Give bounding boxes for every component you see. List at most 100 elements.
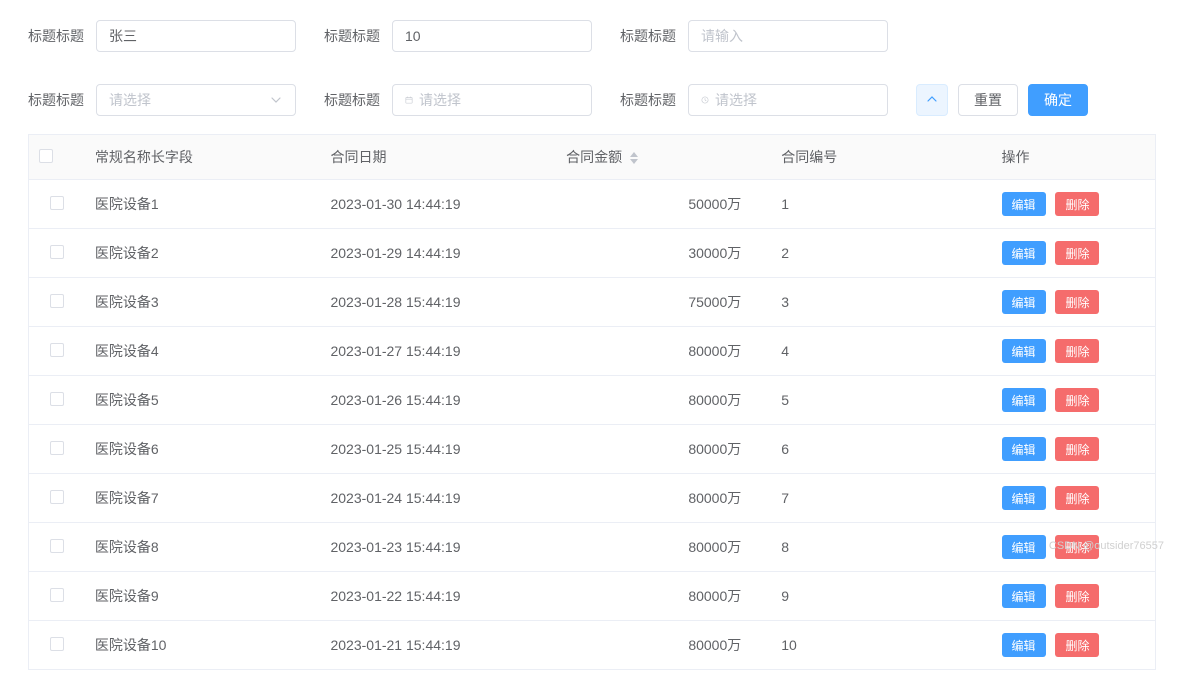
cell-date: 2023-01-22 15:44:19 — [320, 572, 556, 621]
table-row: 医院设备5 2023-01-26 15:44:19 80000万 5 编辑 删除 — [29, 376, 1156, 425]
reset-button[interactable]: 重置 — [958, 84, 1018, 116]
cell-name: 医院设备3 — [85, 278, 321, 327]
edit-button[interactable]: 编辑 — [1002, 388, 1046, 412]
header-amount[interactable]: 合同金额 — [556, 135, 771, 180]
filter-input-text[interactable] — [688, 20, 888, 52]
edit-button[interactable]: 编辑 — [1002, 437, 1046, 461]
filter-buttons: 重置 确定 — [916, 84, 1088, 116]
time-placeholder: 请选择 — [715, 90, 875, 110]
cell-date: 2023-01-25 15:44:19 — [320, 425, 556, 474]
filter-time-picker[interactable]: 请选择 — [688, 84, 888, 116]
edit-button[interactable]: 编辑 — [1002, 339, 1046, 363]
edit-button[interactable]: 编辑 — [1002, 633, 1046, 657]
cell-amount: 75000万 — [556, 278, 771, 327]
delete-button[interactable]: 删除 — [1055, 584, 1099, 608]
cell-amount: 80000万 — [556, 474, 771, 523]
row-checkbox[interactable] — [50, 588, 64, 602]
edit-button[interactable]: 编辑 — [1002, 486, 1046, 510]
cell-no: 6 — [771, 425, 991, 474]
header-name[interactable]: 常规名称长字段 — [85, 135, 321, 180]
row-checkbox[interactable] — [50, 392, 64, 406]
cell-name: 医院设备7 — [85, 474, 321, 523]
cell-date: 2023-01-28 15:44:19 — [320, 278, 556, 327]
edit-button[interactable]: 编辑 — [1002, 290, 1046, 314]
filter-item-3: 标题标题 — [620, 20, 888, 52]
cell-no: 8 — [771, 523, 991, 572]
cell-amount: 80000万 — [556, 523, 771, 572]
edit-button[interactable]: 编辑 — [1002, 241, 1046, 265]
cell-name: 医院设备6 — [85, 425, 321, 474]
table-row: 医院设备4 2023-01-27 15:44:19 80000万 4 编辑 删除 — [29, 327, 1156, 376]
collapse-button[interactable] — [916, 84, 948, 116]
cell-date: 2023-01-21 15:44:19 — [320, 621, 556, 670]
filter-label: 标题标题 — [620, 26, 676, 46]
cell-name: 医院设备9 — [85, 572, 321, 621]
cell-ops: 编辑 删除 — [992, 621, 1156, 670]
sort-icon[interactable] — [630, 152, 638, 164]
cell-date: 2023-01-29 14:44:19 — [320, 229, 556, 278]
row-checkbox[interactable] — [50, 637, 64, 651]
cell-ops: 编辑 删除 — [992, 474, 1156, 523]
cell-ops: 编辑 删除 — [992, 572, 1156, 621]
row-checkbox[interactable] — [50, 539, 64, 553]
submit-button[interactable]: 确定 — [1028, 84, 1088, 116]
row-checkbox[interactable] — [50, 490, 64, 504]
delete-button[interactable]: 删除 — [1055, 633, 1099, 657]
filter-date-picker[interactable]: 请选择 — [392, 84, 592, 116]
row-checkbox[interactable] — [50, 245, 64, 259]
filter-item-1: 标题标题 — [28, 20, 296, 52]
select-placeholder: 请选择 — [109, 90, 151, 110]
chevron-up-icon — [926, 92, 938, 108]
header-ops: 操作 — [992, 135, 1156, 180]
filter-input-number[interactable] — [392, 20, 592, 52]
row-checkbox[interactable] — [50, 343, 64, 357]
cell-date: 2023-01-26 15:44:19 — [320, 376, 556, 425]
header-no[interactable]: 合同编号 — [771, 135, 991, 180]
filter-input-name[interactable] — [96, 20, 296, 52]
row-checkbox[interactable] — [50, 294, 64, 308]
table-row: 医院设备1 2023-01-30 14:44:19 50000万 1 编辑 删除 — [29, 180, 1156, 229]
cell-name: 医院设备1 — [85, 180, 321, 229]
edit-button[interactable]: 编辑 — [1002, 535, 1046, 559]
filter-item-6: 标题标题 请选择 — [620, 84, 888, 116]
cell-no: 4 — [771, 327, 991, 376]
chevron-down-icon — [269, 93, 283, 107]
delete-button[interactable]: 删除 — [1055, 535, 1099, 559]
cell-ops: 编辑 删除 — [992, 425, 1156, 474]
delete-button[interactable]: 删除 — [1055, 339, 1099, 363]
cell-ops: 编辑 删除 — [992, 523, 1156, 572]
delete-button[interactable]: 删除 — [1055, 388, 1099, 412]
cell-name: 医院设备2 — [85, 229, 321, 278]
cell-ops: 编辑 删除 — [992, 229, 1156, 278]
select-all-checkbox[interactable] — [39, 149, 53, 163]
delete-button[interactable]: 删除 — [1055, 192, 1099, 216]
header-amount-label: 合同金额 — [566, 149, 622, 165]
row-checkbox[interactable] — [50, 196, 64, 210]
cell-date: 2023-01-23 15:44:19 — [320, 523, 556, 572]
cell-name: 医院设备4 — [85, 327, 321, 376]
cell-date: 2023-01-24 15:44:19 — [320, 474, 556, 523]
cell-name: 医院设备5 — [85, 376, 321, 425]
cell-ops: 编辑 删除 — [992, 278, 1156, 327]
cell-amount: 80000万 — [556, 327, 771, 376]
header-date[interactable]: 合同日期 — [320, 135, 556, 180]
table-row: 医院设备8 2023-01-23 15:44:19 80000万 8 编辑 删除 — [29, 523, 1156, 572]
delete-button[interactable]: 删除 — [1055, 486, 1099, 510]
edit-button[interactable]: 编辑 — [1002, 192, 1046, 216]
table-row: 医院设备2 2023-01-29 14:44:19 30000万 2 编辑 删除 — [29, 229, 1156, 278]
table-row: 医院设备6 2023-01-25 15:44:19 80000万 6 编辑 删除 — [29, 425, 1156, 474]
cell-ops: 编辑 删除 — [992, 180, 1156, 229]
filter-label: 标题标题 — [28, 26, 84, 46]
delete-button[interactable]: 删除 — [1055, 437, 1099, 461]
cell-ops: 编辑 删除 — [992, 327, 1156, 376]
row-checkbox[interactable] — [50, 441, 64, 455]
cell-name: 医院设备8 — [85, 523, 321, 572]
delete-button[interactable]: 删除 — [1055, 290, 1099, 314]
filter-select[interactable]: 请选择 — [96, 84, 296, 116]
filter-label: 标题标题 — [620, 90, 676, 110]
filter-item-4: 标题标题 请选择 — [28, 84, 296, 116]
cell-name: 医院设备10 — [85, 621, 321, 670]
cell-no: 10 — [771, 621, 991, 670]
delete-button[interactable]: 删除 — [1055, 241, 1099, 265]
edit-button[interactable]: 编辑 — [1002, 584, 1046, 608]
